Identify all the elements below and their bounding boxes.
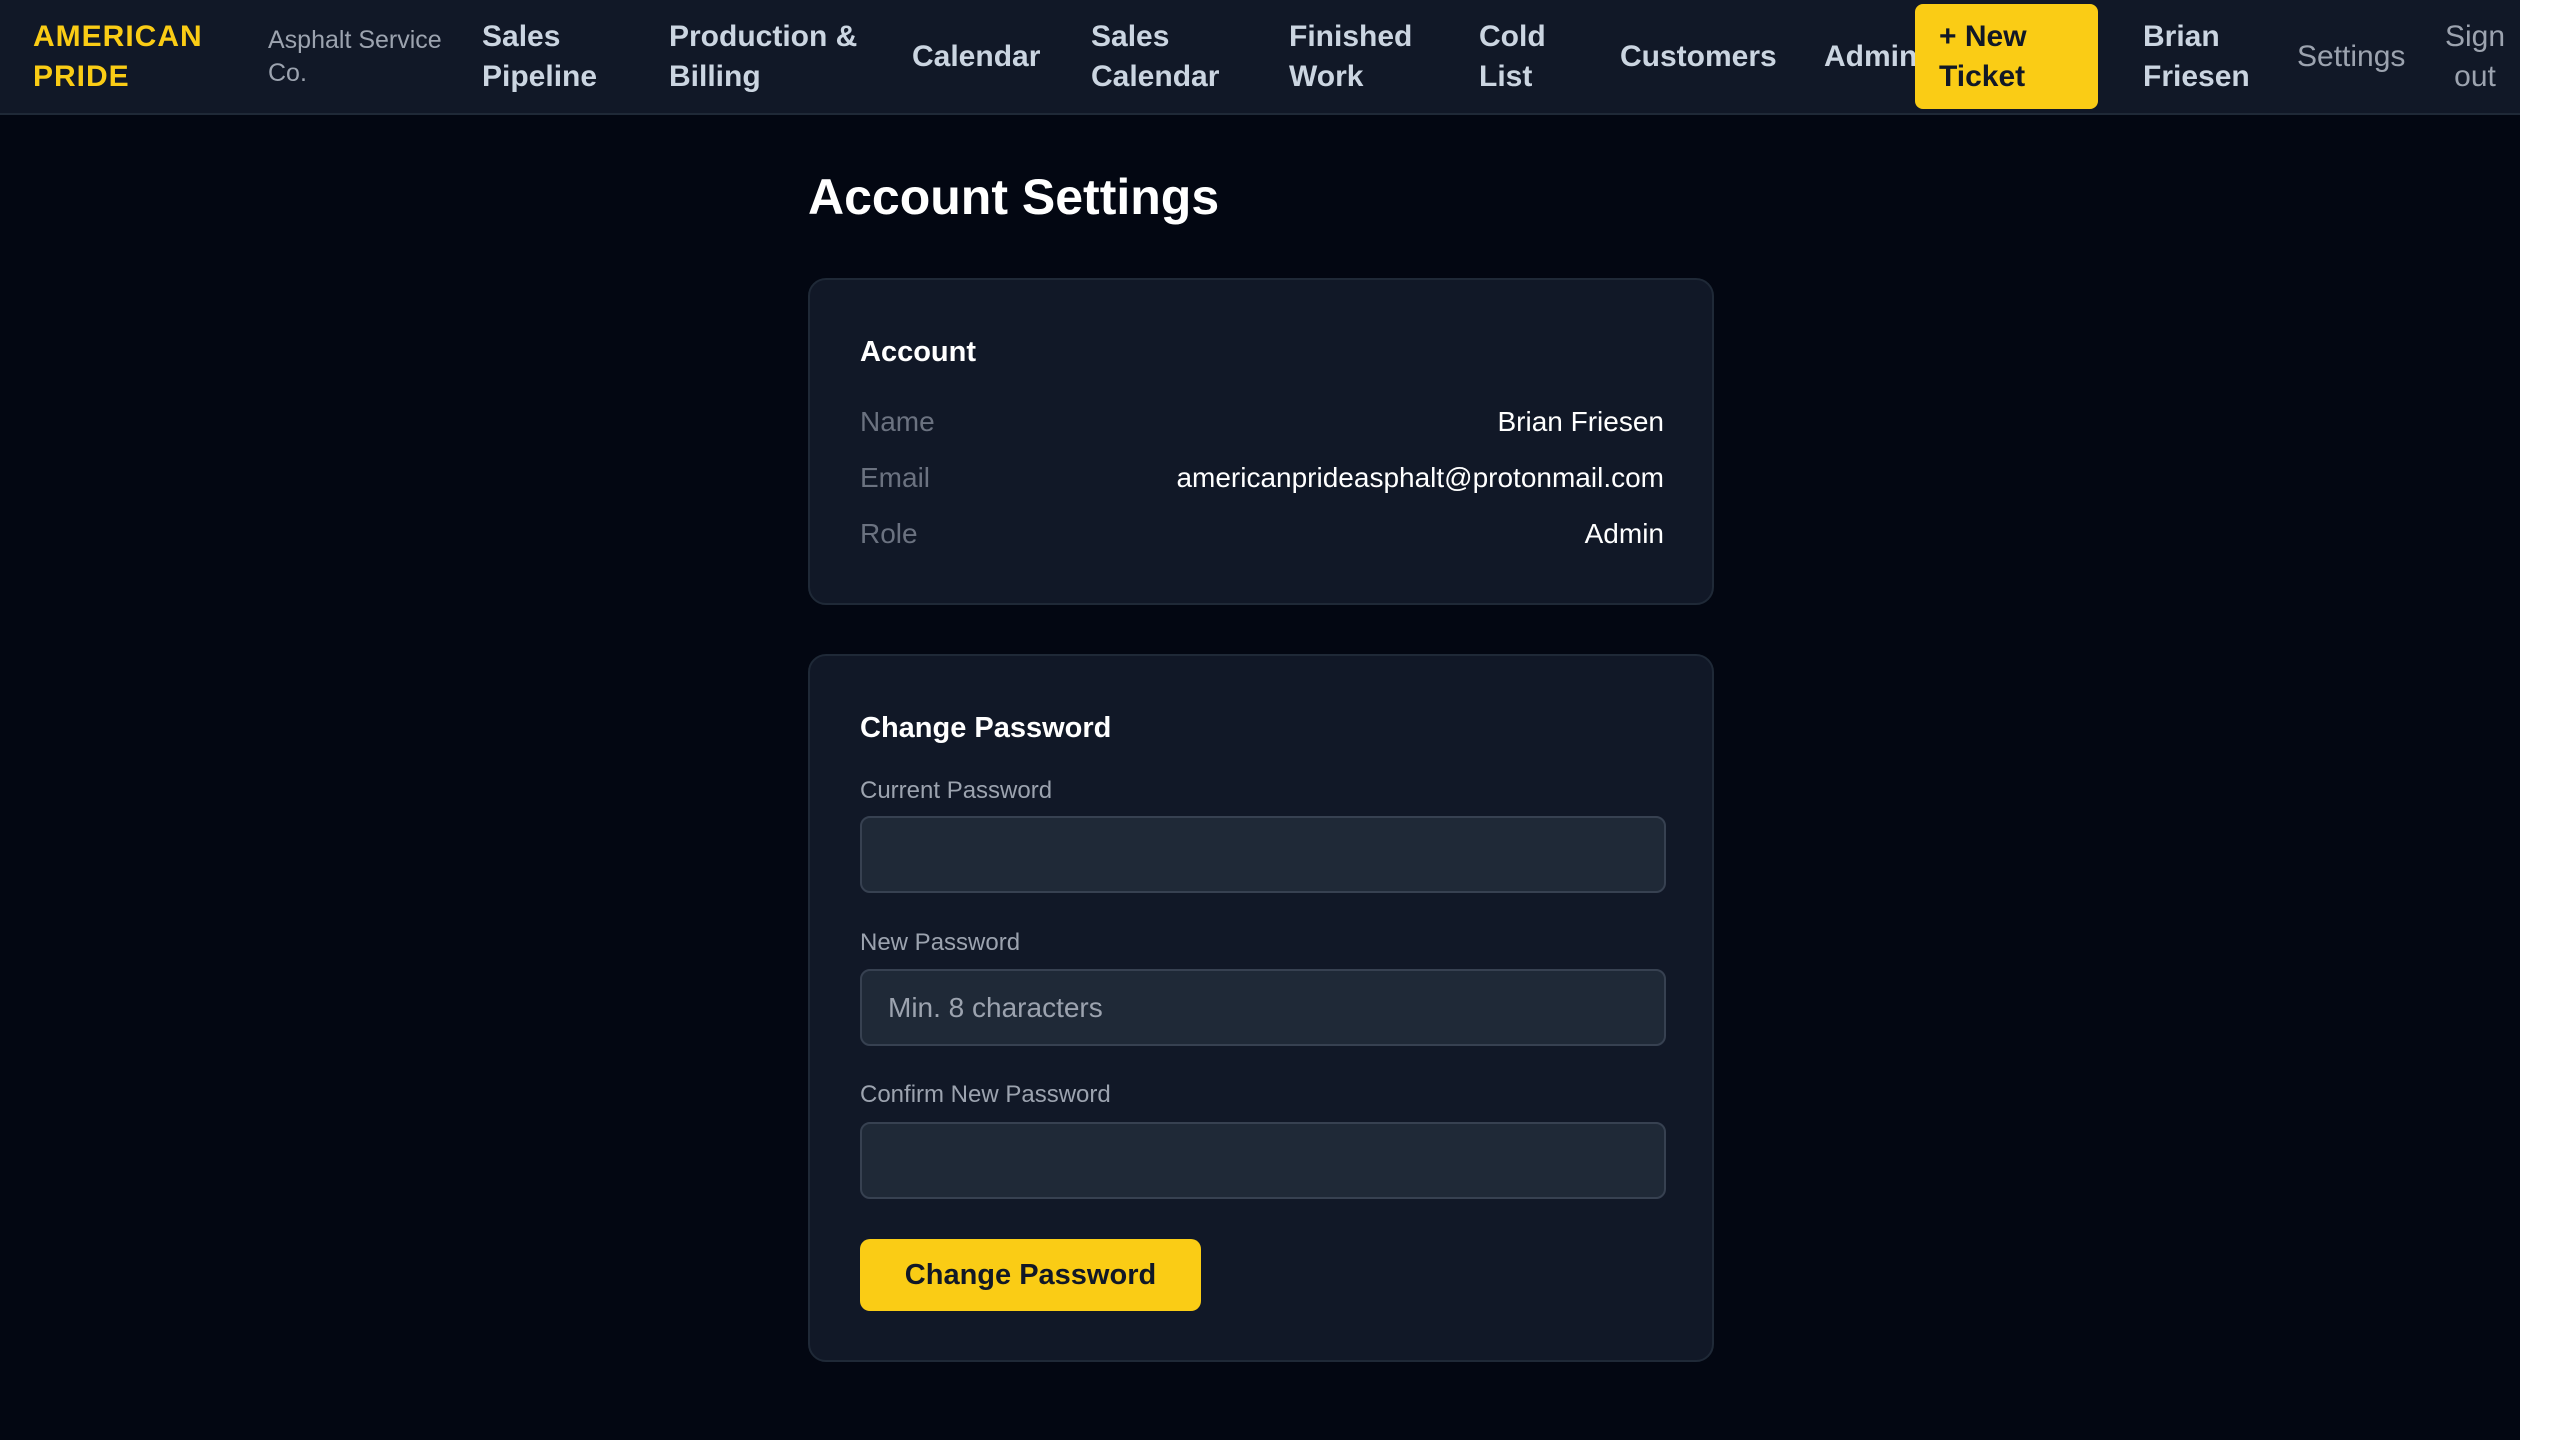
account-email-label: Email	[860, 462, 931, 493]
nav-finished-work[interactable]: Finished Work	[1289, 0, 1419, 113]
account-name-label: Name	[860, 406, 935, 437]
sign-out-link[interactable]: Sign out	[2440, 0, 2510, 113]
top-navbar: AMERICAN PRIDE Asphalt Service Co. Sales…	[0, 0, 2520, 115]
nav-production-billing[interactable]: Production & Billing	[669, 0, 869, 113]
account-heading: Account	[860, 336, 976, 368]
brand-logo[interactable]: AMERICAN PRIDE	[33, 0, 243, 113]
confirm-password-label: Confirm New Password	[860, 1081, 1111, 1108]
current-password-input[interactable]	[860, 816, 1666, 893]
nav-settings[interactable]: Settings	[2297, 0, 2427, 113]
new-ticket-button[interactable]: + New Ticket	[1915, 4, 2098, 109]
nav-sales-pipeline[interactable]: Sales Pipeline	[482, 0, 622, 113]
nav-customers[interactable]: Customers	[1620, 0, 1790, 113]
brand-tagline: Asphalt Service Co.	[268, 25, 442, 87]
page-title: Account Settings	[808, 169, 1220, 225]
current-password-label: Current Password	[860, 777, 1053, 804]
confirm-password-input[interactable]	[860, 1122, 1666, 1199]
account-name-value: Brian Friesen	[1497, 406, 1664, 437]
account-role-label: Role	[860, 518, 918, 549]
account-role-value: Admin	[1584, 518, 1664, 549]
change-password-heading: Change Password	[860, 712, 1112, 744]
nav-admin[interactable]: Admin	[1824, 0, 1917, 113]
nav-calendar[interactable]: Calendar	[912, 0, 1052, 113]
new-password-input[interactable]	[860, 969, 1666, 1046]
user-menu-name[interactable]: Brian Friesen	[2143, 0, 2253, 113]
nav-sales-calendar[interactable]: Sales Calendar	[1091, 0, 1221, 113]
account-card: Account Name Brian Friesen Email america…	[808, 278, 1714, 605]
nav-cold-list[interactable]: Cold List	[1479, 0, 1559, 113]
app-window: AMERICAN PRIDE Asphalt Service Co. Sales…	[0, 0, 2520, 1440]
new-password-label: New Password	[860, 929, 1021, 956]
account-email-value: americanprideasphalt@protonmail.com	[1176, 462, 1664, 493]
change-password-button[interactable]: Change Password	[860, 1239, 1201, 1311]
change-password-card: Change Password Current Password New Pas…	[808, 654, 1714, 1362]
